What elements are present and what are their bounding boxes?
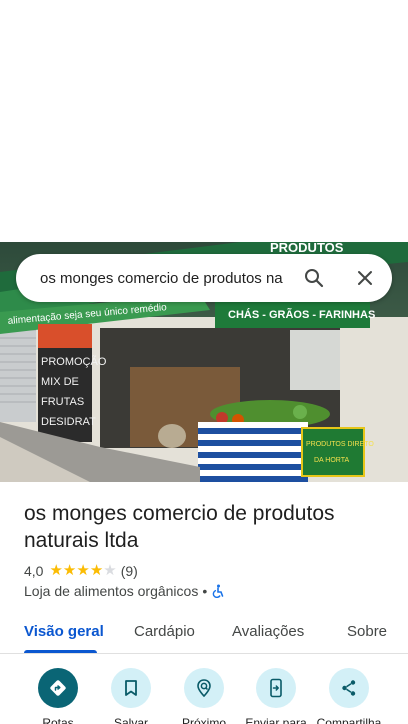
sign-green-text: CHÁS - GRÃOS - FARINHAS	[228, 308, 375, 321]
place-category[interactable]: Loja de alimentos orgânicos	[24, 583, 198, 599]
category-row: Loja de alimentos orgânicos •	[24, 583, 225, 599]
star-icon: ★	[62, 562, 77, 579]
tab-about[interactable]: Sobre	[347, 623, 387, 640]
send-to-phone-label: Enviar para	[245, 716, 307, 724]
directions-icon	[38, 668, 78, 708]
bookmark-icon	[111, 668, 151, 708]
share-label: Compartilha	[316, 716, 382, 724]
nearby-icon	[184, 668, 224, 708]
tab-reviews[interactable]: Avaliações	[232, 623, 304, 640]
tab-bar: Visão geral Cardápio Avaliações Sobre	[0, 612, 408, 654]
action-bar: Rotas Salvar Próximo Enviar para Compart…	[0, 668, 408, 724]
tab-overview[interactable]: Visão geral	[24, 623, 104, 640]
star-empty-icon: ★	[103, 562, 117, 579]
search-bar[interactable]: os monges comercio de produtos na	[16, 254, 392, 302]
review-count[interactable]: (9)	[121, 563, 138, 579]
share-icon	[329, 668, 369, 708]
place-title: os monges comercio de produtos naturais …	[24, 502, 335, 552]
share-button[interactable]: Compartilha	[313, 668, 385, 724]
star-icon: ★	[89, 562, 104, 579]
crate-sign-2: DA HORTA	[314, 457, 349, 464]
save-button[interactable]: Salvar	[95, 668, 167, 724]
directions-label: Rotas	[42, 716, 74, 724]
chalk-line-1: PROMOÇÃO	[41, 355, 107, 368]
rating-value: 4,0	[24, 563, 44, 579]
crate-sign-1: PRODUTOS DIRETO	[306, 441, 374, 448]
directions-button[interactable]: Rotas	[22, 668, 94, 724]
chalk-line-3: FRUTAS	[41, 396, 84, 408]
tab-menu[interactable]: Cardápio	[134, 623, 195, 640]
close-icon[interactable]	[353, 266, 377, 290]
star-rating: ★ ★ ★ ★ ★	[49, 563, 116, 579]
send-to-phone-icon	[256, 668, 296, 708]
star-icon: ★	[76, 562, 90, 579]
chalk-line-4: DESIDRAT	[41, 416, 96, 428]
rating-row[interactable]: 4,0 ★ ★ ★ ★ ★ (9)	[24, 563, 138, 580]
star-icon: ★	[49, 562, 63, 579]
wheelchair-icon	[211, 584, 225, 599]
search-input[interactable]: os monges comercio de produtos na	[40, 270, 288, 287]
save-label: Salvar	[113, 716, 148, 724]
search-icon[interactable]	[302, 266, 326, 290]
nearby-button[interactable]: Próximo	[168, 668, 240, 724]
nearby-label: Próximo	[181, 716, 226, 724]
tab-indicator	[24, 650, 97, 653]
separator: •	[202, 583, 208, 599]
send-to-phone-button[interactable]: Enviar para	[240, 668, 312, 724]
chalk-line-2: MIX DE	[41, 376, 79, 388]
